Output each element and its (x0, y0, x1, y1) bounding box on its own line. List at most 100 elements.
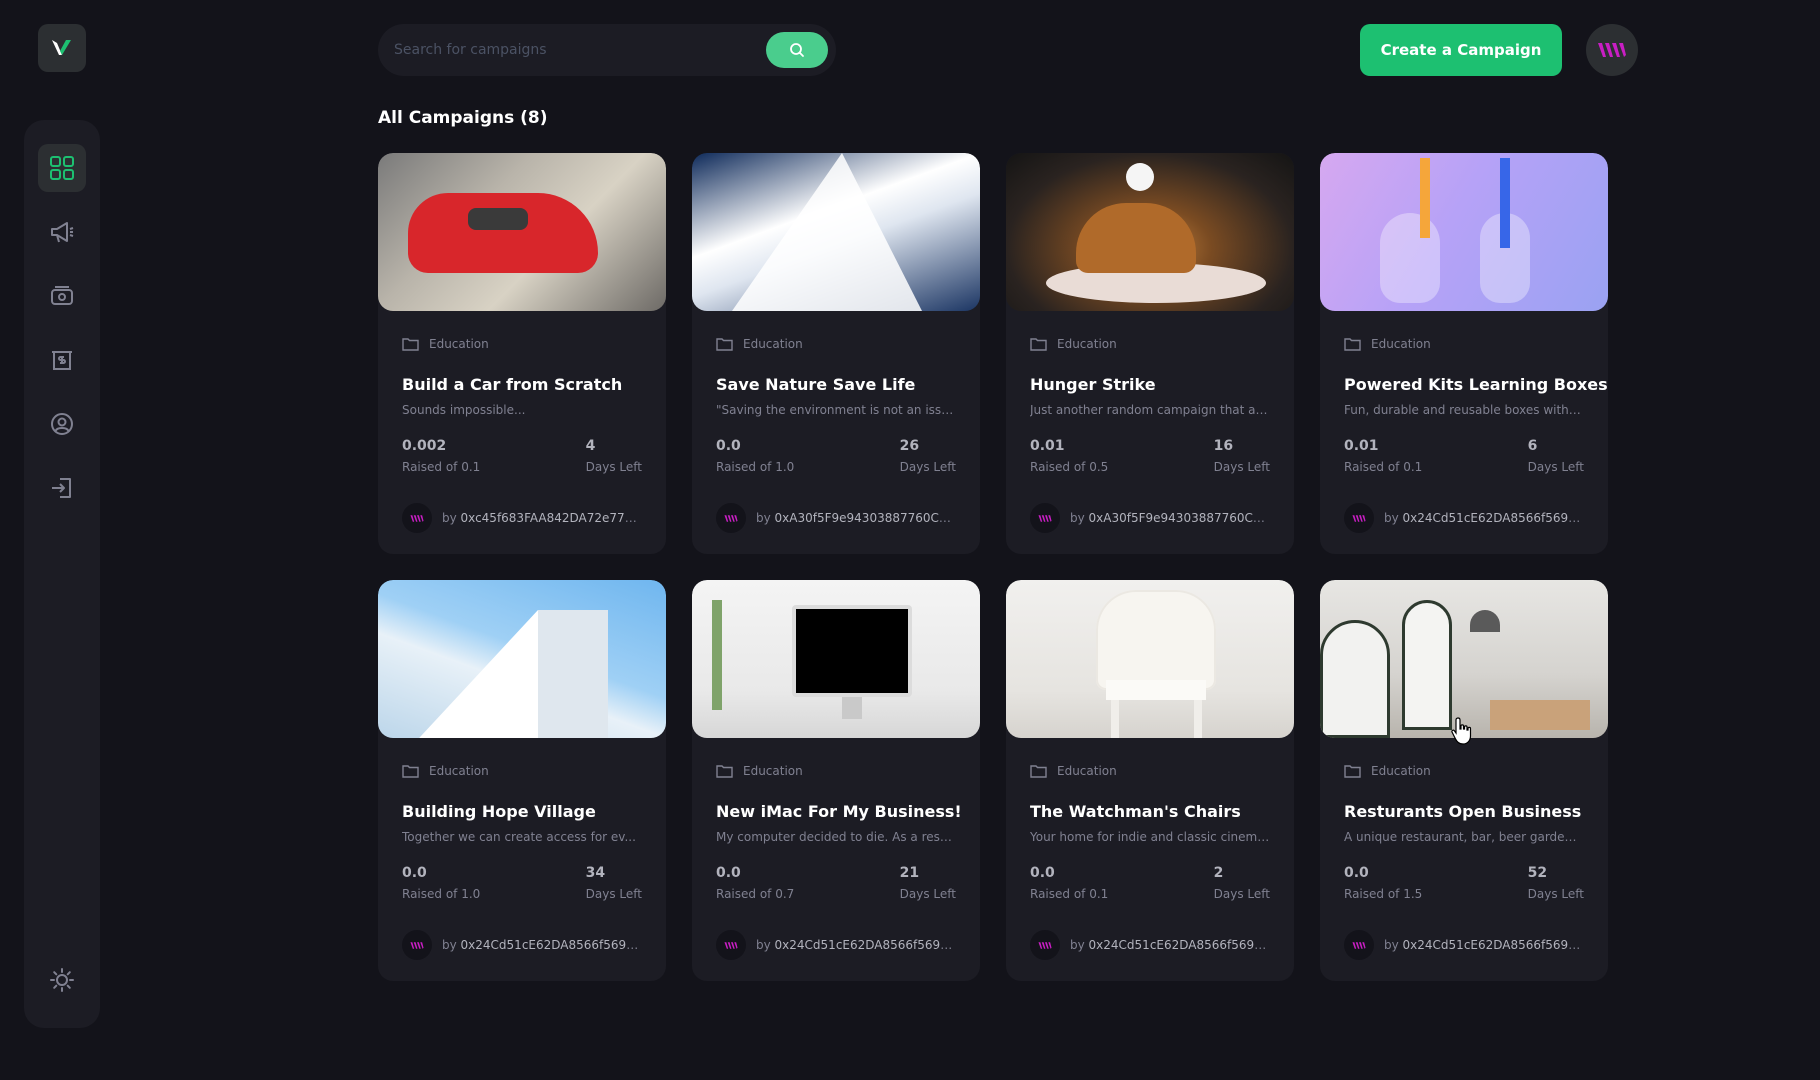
folder-icon (716, 765, 733, 778)
campaign-category: Education (1030, 337, 1117, 351)
campaign-title: New iMac For My Business! (716, 802, 962, 821)
theme-toggle[interactable] (38, 956, 86, 1004)
folder-icon (402, 765, 419, 778)
days-label: Days Left (899, 887, 956, 901)
campaign-card[interactable]: Education Powered Kits Learning Boxes Fu… (1320, 153, 1608, 554)
campaign-image[interactable] (378, 580, 666, 738)
sidebar (24, 120, 100, 1028)
owner-avatar (1344, 930, 1374, 960)
campaign-image[interactable] (1320, 153, 1608, 311)
raised-value: 0.002 (402, 438, 447, 454)
raised-value: 0.0 (716, 865, 741, 881)
campaign-card[interactable]: Education The Watchman's Chairs Your hom… (1006, 580, 1294, 981)
days-stat: 2 Days Left (1214, 865, 1270, 901)
sidebar-item-logout[interactable] (38, 464, 86, 512)
category-label: Education (429, 337, 489, 351)
campaign-owner: by 0x24Cd51cE62DA8566f569261... (1344, 503, 1584, 533)
days-value: 4 (585, 438, 596, 454)
campaign-image[interactable] (1006, 153, 1294, 311)
raised-value: 0.0 (1030, 865, 1055, 881)
raised-stat: 0.0 Raised of 1.0 (402, 865, 480, 901)
campaign-description: Just another random campaign that ai... (1030, 403, 1270, 417)
campaign-owner: by 0xc45f683FAA842DA72e77A9B... (402, 503, 642, 533)
campaign-title: Hunger Strike (1030, 375, 1156, 394)
campaign-description: Together we can create access for ev... (402, 830, 636, 844)
raised-value: 0.0 (402, 865, 427, 881)
owner-brand-icon (724, 941, 738, 949)
owner-avatar (1030, 930, 1060, 960)
days-value: 34 (585, 865, 606, 881)
create-campaign-button[interactable]: Create a Campaign (1360, 24, 1562, 76)
campaign-image[interactable] (378, 153, 666, 311)
campaign-category: Education (1030, 764, 1117, 778)
raised-label: Raised of 0.1 (402, 460, 481, 474)
folder-icon (1344, 338, 1361, 351)
search-bar (378, 24, 836, 76)
owner-avatar (716, 503, 746, 533)
campaign-title: Resturants Open Business (1344, 802, 1582, 821)
category-label: Education (1371, 764, 1431, 778)
owner-avatar (402, 503, 432, 533)
sidebar-item-dashboard[interactable] (38, 144, 86, 192)
campaign-image[interactable] (1320, 580, 1608, 738)
campaign-card[interactable]: Education Building Hope Village Together… (378, 580, 666, 981)
campaign-image[interactable] (692, 580, 980, 738)
raised-value: 0.0 (716, 438, 741, 454)
campaign-category: Education (1344, 764, 1431, 778)
raised-label: Raised of 0.5 (1030, 460, 1109, 474)
raised-stat: 0.002 Raised of 0.1 (402, 438, 480, 474)
owner-address: by 0x24Cd51cE62DA8566f569261... (1070, 938, 1270, 952)
sidebar-item-withdraw[interactable] (38, 336, 86, 384)
campaign-category: Education (1344, 337, 1431, 351)
page-title: All Campaigns (8) (378, 108, 548, 128)
campaign-description: "Saving the environment is not an issue.… (716, 403, 956, 417)
campaign-owner: by 0x24Cd51cE62DA8566f569261... (402, 930, 642, 960)
days-stat: 6 Days Left (1528, 438, 1584, 474)
campaign-icon (51, 222, 74, 243)
owner-brand-icon (410, 514, 424, 522)
app-logo[interactable] (38, 24, 86, 72)
owner-address: by 0xA30f5F9e94303887760C2b1... (1070, 511, 1270, 525)
sidebar-item-campaign[interactable] (38, 208, 86, 256)
campaign-card[interactable]: Education Save Nature Save Life "Saving … (692, 153, 980, 554)
raised-stat: 0.01 Raised of 0.5 (1030, 438, 1108, 474)
owner-brand-icon (1038, 941, 1052, 949)
campaign-card[interactable]: Education Hunger Strike Just another ran… (1006, 153, 1294, 554)
campaign-card[interactable]: Education Resturants Open Business A uni… (1320, 580, 1608, 981)
days-label: Days Left (585, 887, 642, 901)
days-label: Days Left (585, 460, 642, 474)
owner-brand-icon (1038, 514, 1052, 522)
owner-address: by 0x24Cd51cE62DA8566f569261... (442, 938, 642, 952)
days-stat: 52 Days Left (1528, 865, 1584, 901)
owner-avatar (1344, 503, 1374, 533)
days-stat: 26 Days Left (900, 438, 956, 474)
withdraw-icon (52, 351, 72, 370)
raised-stat: 0.0 Raised of 1.5 (1344, 865, 1422, 901)
profile-avatar[interactable] (1586, 24, 1638, 76)
category-label: Education (743, 764, 803, 778)
raised-label: Raised of 1.0 (402, 887, 481, 901)
days-value: 26 (899, 438, 920, 454)
sidebar-item-profile[interactable] (38, 400, 86, 448)
campaign-category: Education (402, 764, 489, 778)
search-input[interactable] (394, 42, 754, 58)
owner-brand-icon (410, 941, 424, 949)
raised-value: 0.0 (1344, 865, 1369, 881)
category-label: Education (1371, 337, 1431, 351)
campaign-card[interactable]: Education New iMac For My Business! My c… (692, 580, 980, 981)
raised-label: Raised of 0.1 (1344, 460, 1423, 474)
owner-address: by 0x24Cd51cE62DA8566f569261... (756, 938, 956, 952)
campaign-card[interactable]: Education Build a Car from Scratch Sound… (378, 153, 666, 554)
days-stat: 21 Days Left (900, 865, 956, 901)
campaign-title: Save Nature Save Life (716, 375, 916, 394)
days-label: Days Left (1213, 887, 1270, 901)
raised-stat: 0.0 Raised of 0.1 (1030, 865, 1108, 901)
sidebar-item-payment[interactable] (38, 272, 86, 320)
campaign-title: Building Hope Village (402, 802, 596, 821)
campaign-image[interactable] (692, 153, 980, 311)
campaign-description: A unique restaurant, bar, beer garden, .… (1344, 830, 1584, 844)
campaign-image[interactable] (1006, 580, 1294, 738)
campaign-title: The Watchman's Chairs (1030, 802, 1241, 821)
days-stat: 34 Days Left (586, 865, 642, 901)
search-button[interactable] (766, 32, 828, 68)
